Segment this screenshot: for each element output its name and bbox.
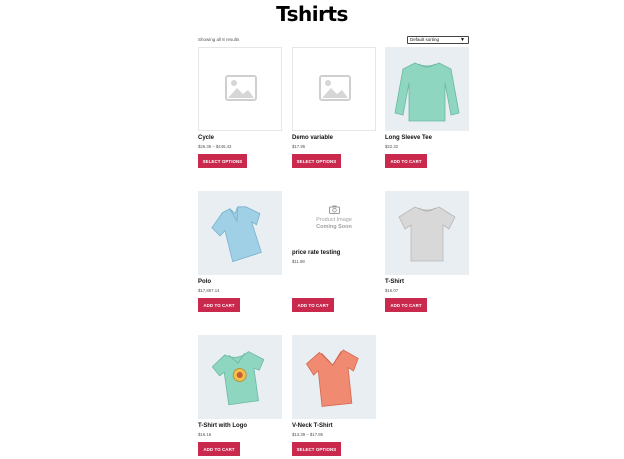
product-price: $26.36 – $446.43 <box>198 144 232 149</box>
select-options-button[interactable]: Select options <box>198 154 247 168</box>
add-to-cart-button[interactable]: Add to cart <box>385 154 427 168</box>
product-image-link[interactable] <box>385 47 469 131</box>
product-image-link[interactable] <box>198 47 282 131</box>
product-title[interactable]: T-Shirt with Logo <box>198 423 247 429</box>
product-price: $17.96 <box>292 144 306 149</box>
product-title[interactable]: price rate testing <box>292 250 340 256</box>
product-title[interactable]: V-Neck T-Shirt <box>292 423 333 429</box>
product-card-cycle: Cycle $26.36 – $446.43 Select options <box>198 47 282 168</box>
add-to-cart-button[interactable]: Add to cart <box>385 298 427 312</box>
chevron-down-icon: ▼ <box>460 37 465 43</box>
product-card-price-rate-testing: Product Image Coming Soon price rate tes… <box>292 191 376 312</box>
add-to-cart-button[interactable]: Add to cart <box>198 442 240 456</box>
product-price: $17,857.14 <box>198 288 220 293</box>
product-price: $22.32 <box>385 144 399 149</box>
coming-soon-line-2: Coming Soon <box>316 224 352 230</box>
product-card-t-shirt: T-Shirt $16.07 Add to cart <box>385 191 469 312</box>
placeholder-icon <box>225 75 257 101</box>
product-image-link[interactable] <box>198 335 282 419</box>
product-card-polo: Polo $17,857.14 Add to cart <box>198 191 282 312</box>
product-image-link[interactable] <box>198 191 282 275</box>
product-image-link[interactable] <box>292 335 376 419</box>
product-title[interactable]: T-Shirt <box>385 279 404 285</box>
orderby-select[interactable]: Default sorting ▼ <box>407 36 469 44</box>
product-image-link[interactable] <box>292 47 376 131</box>
product-card-demo-variable: Demo variable $17.96 Select options <box>292 47 376 168</box>
product-price: $16.16 <box>198 432 212 437</box>
add-to-cart-button[interactable]: Add to cart <box>198 298 240 312</box>
product-image-link[interactable]: Product Image Coming Soon <box>292 191 376 247</box>
select-options-button[interactable]: Select options <box>292 442 341 456</box>
placeholder-icon <box>319 75 351 101</box>
product-title[interactable]: Long Sleeve Tee <box>385 135 432 141</box>
result-count: Showing all 8 results <box>198 37 240 42</box>
add-to-cart-button[interactable]: Add to cart <box>292 298 334 312</box>
product-title[interactable]: Polo <box>198 279 211 285</box>
tshirt-with-logo-image <box>211 351 265 406</box>
product-card-long-sleeve-tee: Long Sleeve Tee $22.32 Add to cart <box>385 47 469 168</box>
product-price: $11.98 <box>292 259 305 264</box>
product-card-t-shirt-with-logo: T-Shirt with Logo $16.16 Add to cart <box>198 335 282 456</box>
coming-soon-line-1: Product Image <box>316 217 352 223</box>
product-title[interactable]: Cycle <box>198 135 214 141</box>
select-options-button[interactable]: Select options <box>292 154 341 168</box>
tshirt-grey-image <box>398 206 456 262</box>
camera-icon <box>329 205 340 214</box>
long-sleeve-tee-image <box>394 62 460 122</box>
vneck-tshirt-image <box>305 349 359 407</box>
product-card-v-neck-t-shirt: V-Neck T-Shirt $13.39 – $17.86 Select op… <box>292 335 376 456</box>
page-title: Tshirts <box>276 2 348 26</box>
orderby-selected-value: Default sorting <box>410 37 440 42</box>
polo-shirt-image <box>211 206 262 263</box>
product-image-link[interactable] <box>385 191 469 275</box>
product-price: $13.39 – $17.86 <box>292 432 324 437</box>
product-price: $16.07 <box>385 288 399 293</box>
product-title[interactable]: Demo variable <box>292 135 333 141</box>
